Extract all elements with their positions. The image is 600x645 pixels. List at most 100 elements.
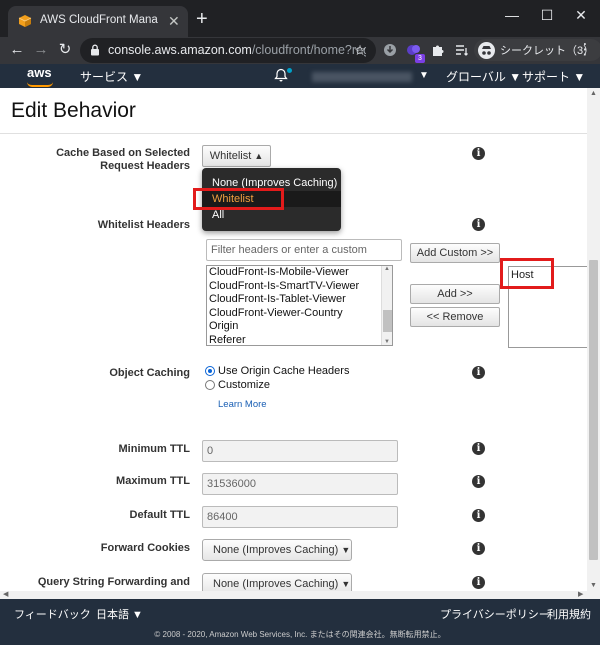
- page-scroll-thumb[interactable]: [589, 260, 598, 560]
- list-item[interactable]: CloudFront-Viewer-Country: [207, 307, 392, 321]
- info-icon[interactable]: i: [472, 147, 485, 160]
- close-window-button[interactable]: ✕: [566, 4, 596, 28]
- list-scroll-thumb[interactable]: [383, 310, 392, 332]
- maximum-ttl-input[interactable]: 31536000: [202, 473, 398, 495]
- reading-list-icon[interactable]: [452, 40, 472, 60]
- tab-title: AWS CloudFront Management Co: [40, 14, 158, 26]
- annotation-highlight-host: [500, 258, 554, 289]
- add-header-button[interactable]: Add >>: [410, 284, 500, 304]
- scroll-down-arrow-icon[interactable]: ▼: [384, 339, 390, 345]
- maximum-ttl-label: Maximum TTL: [116, 475, 190, 487]
- aws-logo[interactable]: aws: [27, 65, 52, 80]
- terms-link[interactable]: 利用規約: [547, 606, 591, 622]
- address-bar[interactable]: console.aws.amazon.com/cloudfront/home?r…: [80, 38, 376, 63]
- copyright-text: © 2008 - 2020, Amazon Web Services, Inc.…: [154, 630, 446, 639]
- info-icon[interactable]: i: [472, 509, 485, 522]
- remove-header-button[interactable]: << Remove: [410, 307, 500, 327]
- aws-console-nav: aws サービス ▼ ▼ グローバル ▼ サポート ▼: [0, 64, 600, 88]
- bell-icon[interactable]: [274, 68, 288, 82]
- annotation-highlight-whitelist: [193, 188, 284, 210]
- aws-cube-icon: [18, 15, 32, 27]
- chevron-down-icon: ▼: [341, 579, 351, 589]
- info-icon[interactable]: i: [472, 576, 485, 589]
- default-ttl-input[interactable]: 86400: [202, 506, 398, 528]
- incognito-icon: [478, 41, 495, 59]
- chevron-down-icon: ▼: [341, 545, 351, 555]
- notification-dot: [287, 68, 292, 73]
- url-text: console.aws.amazon.com/cloudfront/home?r…: [108, 43, 366, 57]
- forward-cookies-select[interactable]: None (Improves Caching) ▼: [202, 539, 352, 561]
- minimum-ttl-label: Minimum TTL: [118, 443, 191, 455]
- info-icon[interactable]: i: [472, 475, 485, 488]
- cache-headers-selected: Whitelist: [209, 150, 252, 162]
- aws-footer: フィードバック 日本語 ▼ プライバシーポリシー 利用規約 © 2008 - 2…: [0, 599, 600, 645]
- query-string-label: Query String Forwarding and: [37, 576, 190, 588]
- puzzle-extensions-icon[interactable]: [428, 40, 448, 60]
- services-menu[interactable]: サービス ▼: [80, 68, 143, 85]
- page-vertical-scrollbar[interactable]: ▲ ▼: [587, 88, 600, 591]
- list-item[interactable]: CloudFront-Is-Mobile-Viewer: [207, 266, 392, 280]
- cache-headers-dropdown[interactable]: Whitelist ▲: [202, 145, 271, 167]
- learn-more-link[interactable]: Learn More: [218, 399, 267, 410]
- whitelist-headers-label: Whitelist Headers: [97, 219, 190, 231]
- page-title: Edit Behavior: [11, 99, 136, 122]
- tab-close-icon[interactable]: ✕: [168, 12, 180, 30]
- back-arrow-icon[interactable]: ←: [7, 40, 27, 60]
- lock-icon: [91, 44, 99, 56]
- info-icon[interactable]: i: [472, 542, 485, 555]
- available-headers-list[interactable]: CloudFront-Is-Mobile-Viewer CloudFront-I…: [206, 265, 393, 346]
- feedback-link[interactable]: フィードバック: [14, 606, 91, 622]
- info-icon[interactable]: i: [472, 366, 485, 379]
- cache-headers-label: Cache Based on Selected Request Headers: [56, 147, 190, 172]
- bookmark-star-icon[interactable]: ☆: [350, 40, 370, 60]
- minimize-button[interactable]: —: [497, 4, 527, 28]
- browser-tab-strip: AWS CloudFront Management Co ✕ + — ☐ ✕: [0, 0, 600, 37]
- query-string-select[interactable]: None (Improves Caching) ▼: [202, 573, 352, 591]
- scroll-down-arrow-icon[interactable]: ▼: [590, 582, 597, 589]
- info-icon[interactable]: i: [472, 442, 485, 455]
- scroll-up-arrow-icon[interactable]: ▲: [590, 90, 597, 97]
- list-scrollbar[interactable]: ▲ ▼: [381, 266, 392, 345]
- reload-icon[interactable]: ↻: [55, 40, 75, 60]
- radio-label: Use Origin Cache Headers: [218, 365, 350, 377]
- title-divider: [0, 133, 587, 134]
- query-string-value: None (Improves Caching): [213, 578, 339, 590]
- info-icon[interactable]: i: [472, 218, 485, 231]
- radio-customize[interactable]: Customize: [205, 379, 270, 391]
- browser-tab[interactable]: AWS CloudFront Management Co ✕: [8, 6, 188, 37]
- list-item[interactable]: Referer: [207, 334, 392, 346]
- forward-cookies-value: None (Improves Caching): [213, 544, 339, 556]
- chevron-up-icon: ▲: [254, 151, 264, 161]
- radio-use-origin[interactable]: Use Origin Cache Headers: [205, 365, 349, 377]
- forward-arrow-icon[interactable]: →: [31, 40, 51, 60]
- scroll-left-arrow-icon[interactable]: ◀: [3, 590, 8, 598]
- privacy-policy-link[interactable]: プライバシーポリシー: [440, 606, 550, 622]
- object-caching-label: Object Caching: [109, 367, 190, 379]
- list-item[interactable]: Origin: [207, 320, 392, 334]
- list-item[interactable]: CloudFront-Is-Tablet-Viewer: [207, 293, 392, 307]
- menu-kebab-icon[interactable]: ⋮: [575, 40, 595, 60]
- radio-unselected-icon[interactable]: [205, 380, 215, 390]
- add-custom-button[interactable]: Add Custom >>: [410, 243, 500, 263]
- page-horizontal-scrollbar[interactable]: ◀ ▶: [0, 591, 600, 599]
- extension-badge: 3: [415, 54, 425, 63]
- radio-selected-icon[interactable]: [205, 366, 215, 376]
- account-dropdown[interactable]: ▼: [419, 70, 429, 81]
- aws-logo-smile: [27, 82, 53, 87]
- scroll-right-arrow-icon[interactable]: ▶: [578, 590, 583, 598]
- language-selector[interactable]: 日本語 ▼: [96, 606, 143, 622]
- maximize-button[interactable]: ☐: [532, 4, 562, 28]
- default-ttl-label: Default TTL: [129, 509, 191, 521]
- minimum-ttl-input[interactable]: 0: [202, 440, 398, 462]
- region-menu[interactable]: グローバル ▼: [446, 68, 521, 85]
- header-filter-input[interactable]: Filter headers or enter a custom header: [206, 239, 402, 276]
- forward-cookies-label: Forward Cookies: [100, 542, 190, 554]
- new-tab-button[interactable]: +: [196, 9, 208, 29]
- scroll-up-arrow-icon[interactable]: ▲: [384, 266, 390, 272]
- list-item[interactable]: CloudFront-Is-SmartTV-Viewer: [207, 280, 392, 294]
- radio-label: Customize: [218, 379, 270, 391]
- browser-toolbar: ← → ↻ console.aws.amazon.com/cloudfront/…: [0, 37, 600, 64]
- account-name-redacted[interactable]: [312, 72, 412, 82]
- extension-icon[interactable]: [380, 40, 400, 60]
- support-menu[interactable]: サポート ▼: [522, 68, 585, 85]
